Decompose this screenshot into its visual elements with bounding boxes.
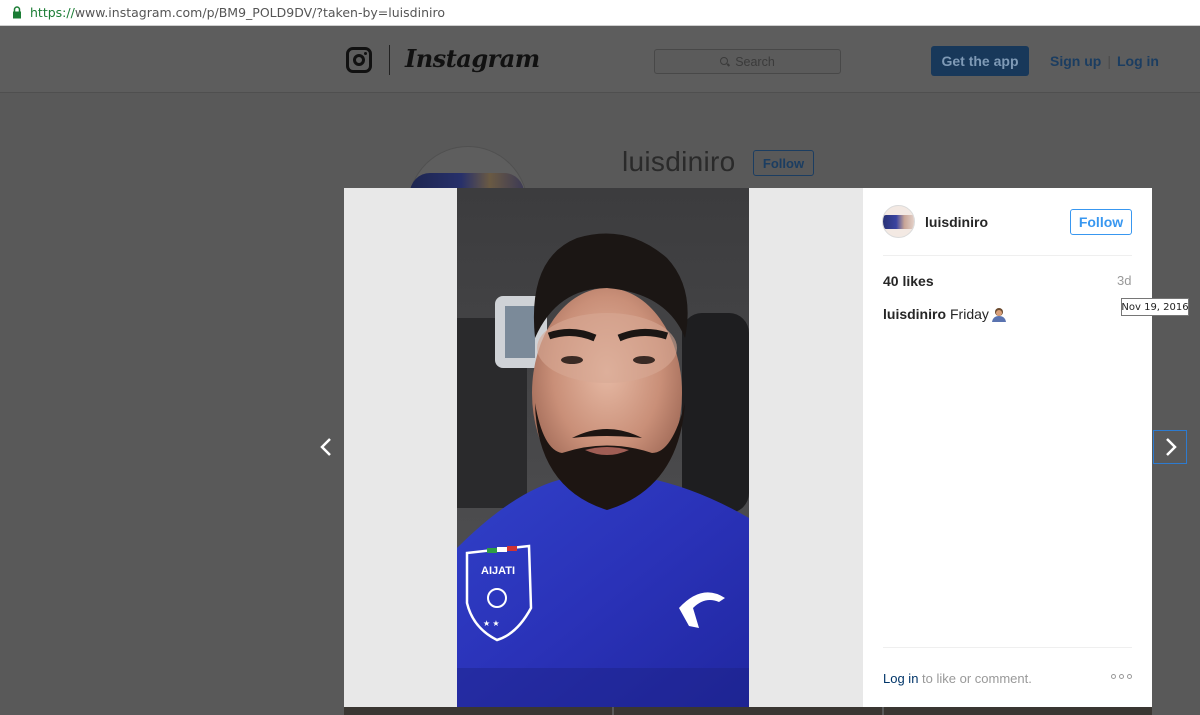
log-in-link[interactable]: Log in	[1117, 53, 1159, 69]
person-emoji-icon	[991, 307, 1006, 322]
post-photo[interactable]: AIJATI ★ ★	[457, 188, 749, 707]
auth-divider: |	[1107, 53, 1111, 69]
chevron-right-icon	[1166, 438, 1177, 456]
post-time[interactable]: 3d	[1117, 273, 1131, 288]
post-author-avatar[interactable]	[882, 205, 915, 238]
get-the-app-button[interactable]: Get the app	[931, 46, 1029, 76]
post-author-username[interactable]: luisdiniro	[925, 214, 988, 230]
instagram-wordmark[interactable]: Instagram	[405, 44, 540, 73]
divider	[883, 647, 1132, 648]
svg-text:★ ★: ★ ★	[483, 619, 500, 628]
login-suffix: to like or comment.	[918, 671, 1032, 686]
likes-count[interactable]: 40 likes	[883, 273, 934, 289]
instagram-camera-icon[interactable]	[346, 47, 372, 73]
shirt-badge-text: AIJATI	[481, 565, 515, 577]
browser-address-bar[interactable]: https://www.instagram.com/p/BM9_POLD9DV/…	[0, 0, 1200, 26]
post-modal: AIJATI ★ ★ luisdiniro Follow 40 likes 3d…	[344, 188, 1152, 707]
url-path: www.instagram.com/p/BM9_POLD9DV/?taken-b…	[74, 5, 445, 20]
login-prompt: Log in to like or comment.	[883, 671, 1032, 686]
profile-grid-peek	[344, 707, 1152, 715]
url-text[interactable]: https://www.instagram.com/p/BM9_POLD9DV/…	[30, 5, 445, 20]
search-input[interactable]: Search	[654, 49, 841, 74]
profile-username: luisdiniro	[622, 146, 736, 177]
profile-follow-button[interactable]: Follow	[753, 150, 814, 176]
instagram-header: Instagram Search Get the app Sign up | Log…	[0, 26, 1200, 93]
timestamp-tooltip: Nov 19, 2016	[1121, 298, 1189, 316]
search-placeholder: Search	[735, 54, 775, 69]
more-options-icon[interactable]	[1111, 674, 1133, 682]
url-scheme: https://	[30, 5, 75, 20]
next-post-button[interactable]	[1153, 430, 1187, 464]
post-follow-button[interactable]: Follow	[1070, 209, 1132, 235]
divider	[883, 255, 1132, 256]
sign-up-link[interactable]: Sign up	[1050, 53, 1101, 69]
login-link[interactable]: Log in	[883, 671, 918, 686]
lock-icon	[13, 6, 21, 19]
chevron-left-icon[interactable]	[316, 436, 338, 458]
caption-username[interactable]: luisdiniro	[883, 306, 946, 322]
caption-text: Friday	[950, 306, 989, 322]
post-details-panel: luisdiniro Follow 40 likes 3d luisdiniro…	[863, 188, 1152, 707]
post-caption: luisdiniro Friday	[883, 306, 1007, 322]
profile-avatar	[408, 146, 526, 188]
search-icon	[720, 56, 730, 67]
logo-divider	[389, 45, 390, 75]
selfie-image: AIJATI ★ ★	[457, 188, 749, 707]
auth-links: Sign up | Log in	[1050, 53, 1159, 69]
photo-area: AIJATI ★ ★	[344, 188, 863, 707]
